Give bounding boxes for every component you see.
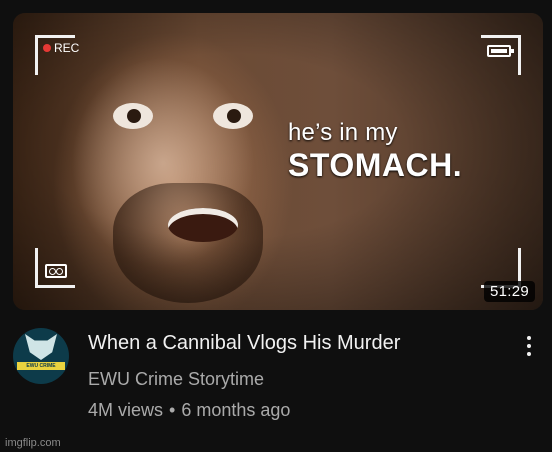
video-title[interactable]: When a Cannibal Vlogs His Murder xyxy=(88,332,400,355)
caption-line-1: he’s in my xyxy=(288,119,398,146)
more-vertical-icon[interactable] xyxy=(518,332,540,360)
video-metadata: EWU CRIME STORYTIME When a Cannibal Vlog… xyxy=(13,328,543,428)
upload-age: 6 months ago xyxy=(181,400,291,420)
channel-avatar[interactable]: EWU CRIME STORYTIME xyxy=(13,328,69,384)
thumbnail-vignette xyxy=(13,13,543,310)
watermark: imgflip.com xyxy=(5,437,61,449)
view-count: 4M views xyxy=(88,400,164,420)
rec-indicator: REC xyxy=(43,41,79,55)
rec-dot-icon xyxy=(43,44,51,52)
stats-separator: • xyxy=(169,400,176,420)
rec-label: REC xyxy=(54,41,80,55)
wolf-logo-icon xyxy=(25,334,57,360)
video-stats: 4M views • 6 months ago xyxy=(88,400,290,421)
battery-icon xyxy=(487,45,514,57)
video-thumbnail[interactable]: REC he’s in my STOMACH. 51:29 xyxy=(13,13,543,310)
channel-name[interactable]: EWU Crime Storytime xyxy=(88,369,264,390)
thumbnail-caption: he’s in my STOMACH. xyxy=(288,119,463,183)
avatar-logo-text: EWU CRIME STORYTIME xyxy=(17,362,65,370)
cassette-tape-icon xyxy=(45,264,67,278)
duration-badge: 51:29 xyxy=(483,281,535,302)
caption-line-2: STOMACH. xyxy=(288,147,463,183)
